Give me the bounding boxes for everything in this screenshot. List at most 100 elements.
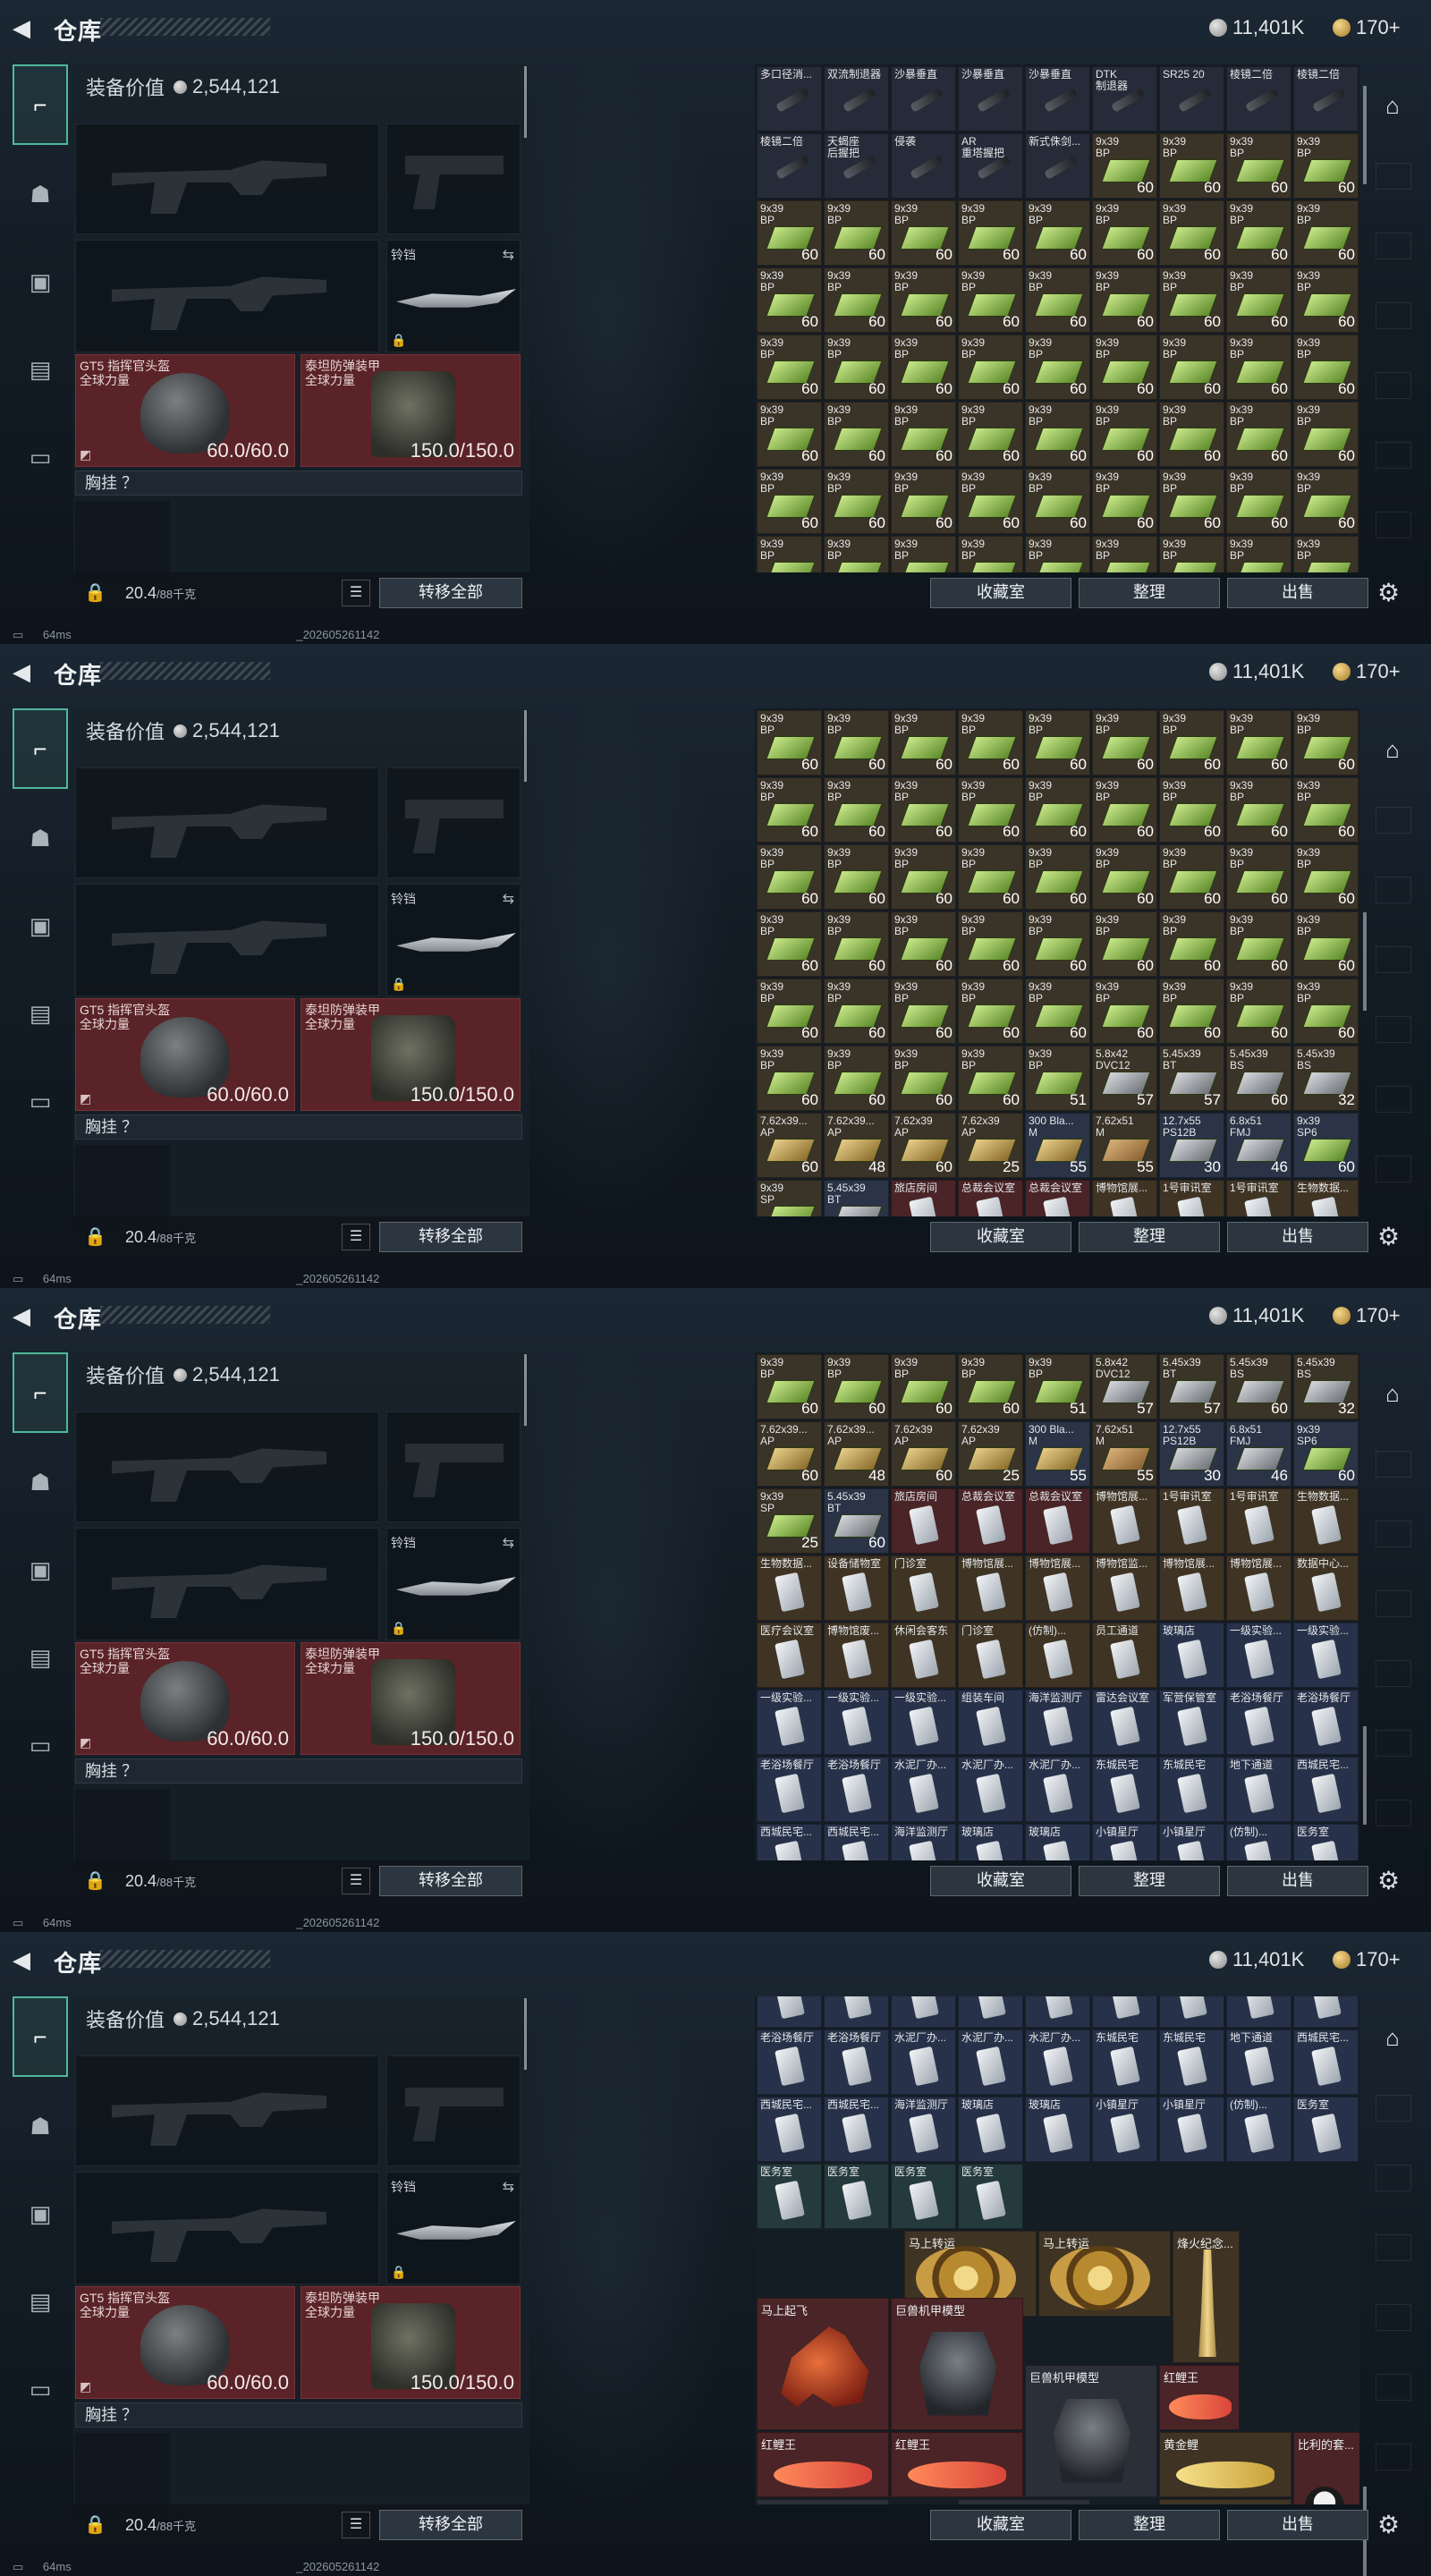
swap-icon[interactable]: ⇆ [503,1534,514,1552]
inventory-item[interactable]: 海洋监测厅 [1025,1996,1090,2028]
warehouse-tab-6[interactable] [1376,442,1411,469]
inventory-item[interactable]: 博物馆展... [1025,1555,1090,1621]
collectible-item[interactable]: 巨兽机甲模型 [1025,2365,1157,2497]
move-all-button[interactable]: 转移全部 [379,1222,522,1252]
inventory-item[interactable]: 9x39 BP60 [891,267,956,333]
inventory-item[interactable]: 医务室 [891,2164,956,2229]
inventory-item[interactable]: 老浴场餐厅 [824,1757,889,1822]
inventory-item[interactable]: 组装车间 [958,1996,1023,2028]
inventory-item[interactable]: 9x39 BP60 [1025,536,1090,572]
inventory-item[interactable]: 9x39 BP60 [891,710,956,775]
inventory-item[interactable]: 休闲会客东 [891,1623,956,1688]
briefcase-icon[interactable]: ▭ [13,2349,68,2429]
inventory-item[interactable]: 博物馆展... [1226,1555,1291,1621]
inventory-item[interactable]: 旅店房间 [891,1180,956,1216]
inventory-item[interactable]: 9x39 BP60 [1092,777,1157,843]
inventory-item[interactable]: 9x39 BP60 [1092,267,1157,333]
inventory-item[interactable]: 沙暴垂直 [1025,66,1090,131]
back-arrow-icon[interactable]: ◀ [13,1302,36,1329]
backpack-icon[interactable]: ▣ [13,2174,68,2254]
inventory-item[interactable]: 水泥厂办... [891,2029,956,2095]
inventory-item[interactable]: 9x39 BP60 [1092,911,1157,977]
settings-gear-icon[interactable]: ⚙ [1377,1222,1400,1251]
pistol-slot[interactable] [386,767,521,878]
secondary-weapon-slot[interactable] [75,884,379,996]
inventory-item[interactable]: 老浴场餐厅 [824,2029,889,2095]
weapon-icon[interactable]: ⌐ [13,708,68,789]
inventory-item[interactable]: 9x39 BP60 [824,1046,889,1111]
inventory-item[interactable]: 9x39 BP60 [1092,402,1157,467]
inventory-item[interactable]: 9x39 BP 51 [1025,1354,1090,1419]
collectible-item[interactable]: 红鲤王 [891,2432,1023,2497]
warehouse-tab-3[interactable] [1376,2165,1411,2191]
inventory-item[interactable]: 设备储物室 [824,1555,889,1621]
inventory-item[interactable]: 9x39 BP60 [1159,335,1224,400]
inventory-item[interactable]: 9x39 BP60 [1159,911,1224,977]
inventory-item[interactable]: 医务室 [958,2164,1023,2229]
inventory-item[interactable]: DTK 制退器 [1092,66,1157,131]
inventory-item[interactable]: 9x39 BP60 [824,536,889,572]
settings-gear-icon[interactable]: ⚙ [1377,578,1400,607]
inventory-item[interactable]: 博物馆展... [1092,1180,1157,1216]
chest-rig-slot[interactable] [75,1789,170,1869]
inventory-item[interactable]: 9x39 SP 25 [757,1488,822,1554]
arch-icon[interactable]: ⌂ [1372,1374,1413,1413]
warehouse-tab-5[interactable] [1376,372,1411,399]
warehouse-tab-4[interactable] [1376,2234,1411,2261]
melee-slot[interactable]: 铃铛 ⇆ 🔒 [386,240,521,352]
inventory-item[interactable]: 水泥厂办... [958,1757,1023,1822]
primary-weapon-slot[interactable] [75,1411,379,1522]
inventory-item[interactable]: 一级实验... [757,1996,822,2028]
inventory-item[interactable]: 多口径消... [757,66,822,131]
clipboard-icon[interactable]: ▤ [13,2261,68,2342]
inventory-item[interactable]: 9x39 BP60 [1226,335,1291,400]
inventory-item[interactable]: 9x39 BP60 [757,1046,822,1111]
inventory-item[interactable]: 西城民宅... [1293,1757,1359,1822]
inventory-item[interactable]: 5.45x39 BT60 [824,1180,889,1216]
warehouse-tab-3[interactable] [1376,233,1411,259]
inventory-item[interactable]: SR25 20 [1159,66,1224,131]
inventory-item[interactable]: 一级实验... [891,1690,956,1755]
inventory-item[interactable]: 9x39 BP60 [1092,200,1157,266]
gold-currency[interactable]: 170+ [1333,14,1401,41]
loadout-scrollbar[interactable] [524,710,527,782]
warehouse-scrollbar[interactable] [1363,1726,1367,1825]
inventory-item[interactable]: 300 Bla... M 55 [1025,1421,1090,1487]
inventory-item[interactable]: 棱镜二倍 [1226,66,1291,131]
inventory-item[interactable]: 雷达会议室 [1092,1690,1157,1755]
inventory-item[interactable]: 总裁会议室 [958,1488,1023,1554]
inventory-item[interactable]: 9x39 BP60 [1159,133,1224,199]
inventory-item[interactable]: 小镇星厅 [1159,2097,1224,2162]
secondary-weapon-slot[interactable] [75,240,379,352]
warehouse-tab-2[interactable] [1376,807,1411,834]
collectible-item[interactable]: 马上转运 [1038,2231,1171,2317]
inventory-item[interactable]: 雷达会议室 [1092,1996,1157,2028]
sell-button[interactable]: 出售 [1227,1866,1368,1896]
inventory-item[interactable]: 沙暴垂直 [958,66,1023,131]
melee-slot[interactable]: 铃铛 ⇆ 🔒 [386,884,521,996]
chest-rig-slot[interactable] [75,501,170,581]
inventory-item[interactable]: 9x39 BP60 [1025,267,1090,333]
inventory-item[interactable]: 9x39 BP60 [958,911,1023,977]
swap-icon[interactable]: ⇆ [503,890,514,908]
inventory-item[interactable]: 7.62x51 M 55 [1092,1113,1157,1178]
inventory-item[interactable]: 300 Bla... M 55 [1025,1113,1090,1178]
inventory-item[interactable]: 1号审讯室 [1159,1180,1224,1216]
warehouse-tab-5[interactable] [1376,1660,1411,1687]
inventory-item[interactable]: 9x39 BP60 [1226,979,1291,1044]
move-all-button[interactable]: 转移全部 [379,1866,522,1896]
inventory-item[interactable]: 西城民宅... [824,2097,889,2162]
list-view-icon[interactable]: ☰ [342,1224,370,1250]
warehouse-tab-6[interactable] [1376,1730,1411,1757]
clipboard-icon[interactable]: ▤ [13,973,68,1054]
chest-rig-header[interactable]: 胸挂 ？ [75,1758,522,1784]
gold-currency[interactable]: 170+ [1333,1302,1401,1329]
sort-button[interactable]: 整理 [1079,1222,1220,1252]
arch-icon[interactable]: ⌂ [1372,2018,1413,2057]
inventory-item[interactable]: 东城民宅 [1159,1757,1224,1822]
inventory-item[interactable]: 9x39 BP60 [1092,710,1157,775]
inventory-item[interactable]: 5.45x39 BS 60 [1226,1354,1291,1419]
inventory-item[interactable]: 东城民宅 [1092,2029,1157,2095]
loadout-scrollbar[interactable] [524,1354,527,1426]
inventory-item[interactable]: 玻璃店 [958,1824,1023,1860]
